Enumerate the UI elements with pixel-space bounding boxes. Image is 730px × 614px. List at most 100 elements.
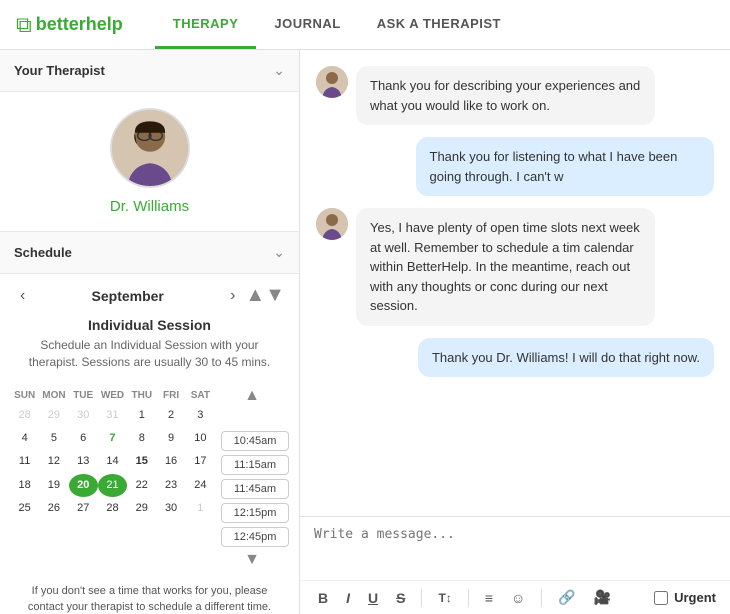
schedule-chevron-icon: ⌄ (273, 244, 285, 261)
cal-cell[interactable]: 31 (98, 404, 127, 427)
video-button[interactable]: 🎥 (590, 587, 615, 608)
your-therapist-chevron-icon: ⌄ (273, 62, 285, 79)
user-message-row-2: Thank you Dr. Williams! I will do that r… (316, 338, 714, 378)
time-slot-1245[interactable]: 12:45pm (221, 527, 289, 547)
cal-header-tue: TUE (69, 387, 98, 404)
user-msg-2-text: Thank you Dr. Williams! I will do that r… (432, 350, 700, 365)
cal-cell[interactable]: 4 (10, 427, 39, 450)
cal-cell[interactable]: 17 (186, 450, 215, 473)
schedule-label: Schedule (14, 245, 72, 260)
cal-cell[interactable]: 23 (156, 474, 185, 497)
cal-cell[interactable]: 6 (69, 427, 98, 450)
cal-cell[interactable]: 1 (127, 404, 156, 427)
cal-cell[interactable]: 16 (156, 450, 185, 473)
cal-cell[interactable]: 28 (98, 497, 127, 520)
time-slot-1145[interactable]: 11:45am (221, 479, 289, 499)
cal-cell[interactable]: 3 (186, 404, 215, 427)
cal-cell-15[interactable]: 15 (127, 450, 156, 473)
calendar-expand-icon[interactable]: ▲▼ (245, 284, 285, 307)
time-slot-1115[interactable]: 11:15am (221, 455, 289, 475)
cal-cell-selected-21[interactable]: 21 (98, 474, 127, 497)
user-bubble-2: Thank you Dr. Williams! I will do that r… (418, 338, 714, 378)
calendar-area: SUN MON TUE WED THU FRI SAT 28 29 30 31 (10, 387, 215, 569)
message-input[interactable] (314, 527, 716, 567)
cal-cell[interactable]: 8 (127, 427, 156, 450)
time-slots-list: 10:45am 11:15am 11:45am 12:15pm 12:45pm (221, 431, 289, 547)
user-message-row: Thank you for listening to what I have b… (316, 137, 714, 196)
emoji-button[interactable]: ☺ (507, 588, 529, 608)
cal-cell[interactable]: 13 (69, 450, 98, 473)
urgent-checkbox[interactable] (654, 591, 668, 605)
cal-cell[interactable]: 14 (98, 450, 127, 473)
toolbar-separator-1 (421, 589, 422, 607)
cal-cell-today-20[interactable]: 20 (69, 474, 98, 497)
nav-journal[interactable]: JOURNAL (256, 0, 358, 49)
main-content: Your Therapist ⌄ (0, 50, 730, 614)
message-row: Thank you for describing your experience… (316, 66, 714, 125)
cal-cell-7[interactable]: 7 (98, 427, 127, 450)
cal-cell[interactable]: 22 (127, 474, 156, 497)
nav-ask-therapist[interactable]: ASK A THERAPIST (359, 0, 519, 49)
cal-cell[interactable]: 25 (10, 497, 39, 520)
font-size-button[interactable]: T↕ (434, 589, 455, 607)
cal-header-sat: SAT (186, 387, 215, 404)
calendar-header-row: SUN MON TUE WED THU FRI SAT (10, 387, 215, 404)
cal-cell[interactable]: 26 (39, 497, 68, 520)
cal-cell[interactable]: 9 (156, 427, 185, 450)
cal-cell[interactable]: 1 (186, 497, 215, 520)
cal-cell[interactable]: 30 (69, 404, 98, 427)
cal-cell[interactable]: 30 (156, 497, 185, 520)
logo-icon: ⧉ (16, 12, 32, 38)
therapist-msg-1-text: Thank you for describing your experience… (370, 78, 640, 113)
calendar-week-1: 28 29 30 31 1 2 3 (10, 404, 215, 427)
your-therapist-label: Your Therapist (14, 63, 105, 78)
italic-button[interactable]: I (342, 588, 354, 608)
logo-help: help (86, 14, 123, 34)
cal-cell[interactable]: 28 (10, 404, 39, 427)
cal-cell[interactable]: 19 (39, 474, 68, 497)
schedule-back-button[interactable]: ‹ (14, 285, 31, 307)
therapist-info: Dr. Williams (0, 92, 299, 232)
your-therapist-section-header[interactable]: Your Therapist ⌄ (0, 50, 299, 92)
link-button[interactable]: 🔗 (554, 587, 579, 608)
underline-button[interactable]: U (364, 588, 382, 608)
cal-cell[interactable]: 18 (10, 474, 39, 497)
urgent-label: Urgent (674, 590, 716, 605)
schedule-section-header[interactable]: Schedule ⌄ (0, 232, 299, 274)
cal-cell[interactable]: 2 (156, 404, 185, 427)
schedule-forward-button[interactable]: › (224, 285, 241, 307)
schedule-top-nav: ‹ September › ▲▼ (0, 274, 299, 311)
cal-cell[interactable]: 29 (39, 404, 68, 427)
cal-cell[interactable]: 5 (39, 427, 68, 450)
therapist-bubble-2: Yes, I have plenty of open time slots ne… (356, 208, 655, 326)
calendar-month: September (92, 288, 164, 304)
calendar-week-3: 11 12 13 14 15 16 17 (10, 450, 215, 473)
cal-cell[interactable]: 10 (186, 427, 215, 450)
cal-cell[interactable]: 12 (39, 450, 68, 473)
cal-cell[interactable]: 27 (69, 497, 98, 520)
list-button[interactable]: ≡ (481, 588, 497, 608)
cal-cell[interactable]: 24 (186, 474, 215, 497)
cal-cell[interactable]: 29 (127, 497, 156, 520)
calendar-week-5: 25 26 27 28 29 30 1 (10, 497, 215, 520)
user-msg-1-text: Thank you for listening to what I have b… (430, 149, 678, 184)
cal-header-fri: FRI (156, 387, 185, 404)
cal-header-wed: WED (98, 387, 127, 404)
logo-text: betterhelp (36, 14, 123, 35)
user-bubble: Thank you for listening to what I have b… (416, 137, 715, 196)
cal-header-mon: MON (39, 387, 68, 404)
therapist-avatar-image (112, 110, 188, 186)
time-slots-up-icon[interactable]: ▲ (244, 387, 260, 405)
strikethrough-button[interactable]: S (392, 588, 409, 608)
time-slot-1045[interactable]: 10:45am (221, 431, 289, 451)
cal-cell[interactable]: 11 (10, 450, 39, 473)
calendar-week-4: 18 19 20 21 22 23 24 (10, 474, 215, 497)
therapist-bubble: Thank you for describing your experience… (356, 66, 655, 125)
time-slots-down-icon[interactable]: ▼ (244, 551, 260, 569)
logo[interactable]: ⧉ betterhelp (16, 12, 123, 38)
therapist-name[interactable]: Dr. Williams (16, 198, 283, 215)
chat-input-box[interactable] (300, 517, 730, 580)
time-slot-1215[interactable]: 12:15pm (221, 503, 289, 523)
bold-button[interactable]: B (314, 588, 332, 608)
nav-therapy[interactable]: THERAPY (155, 0, 257, 49)
